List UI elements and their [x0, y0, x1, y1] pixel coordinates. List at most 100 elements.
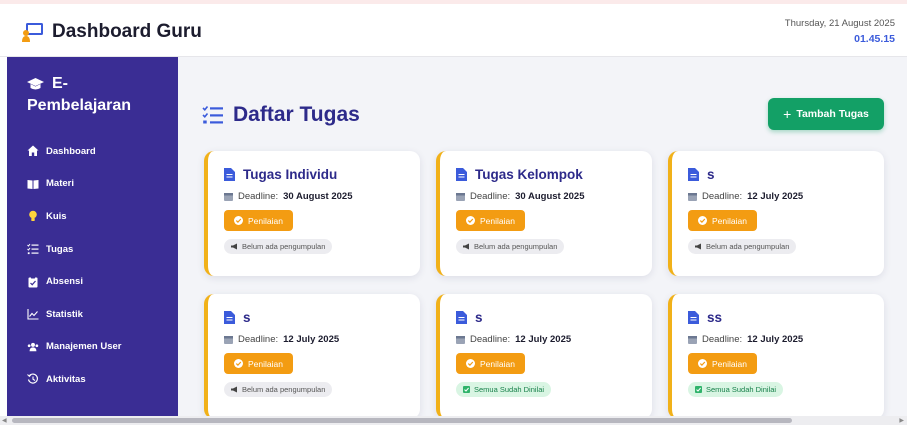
check-circle-icon: [466, 359, 475, 368]
task-card[interactable]: Tugas Individu Deadline: 30 August 2025 …: [204, 151, 420, 276]
calendar-icon: [456, 336, 465, 344]
graduation-cap-icon: [27, 77, 44, 89]
deadline-date: 12 July 2025: [283, 334, 340, 345]
sidebar-item-materi[interactable]: Materi: [27, 168, 122, 201]
users-icon: [27, 342, 39, 352]
check-square-icon: [463, 386, 470, 393]
add-task-button[interactable]: + Tambah Tugas: [768, 98, 884, 130]
sidebar-logo: E- Pembelajaran: [27, 75, 131, 115]
task-deadline: Deadline: 12 July 2025: [688, 191, 884, 202]
status-badge: Belum ada pengumpulan: [456, 239, 565, 254]
home-icon: [27, 145, 39, 157]
task-deadline: Deadline: 12 July 2025: [456, 334, 652, 345]
current-date: Thursday, 21 August 2025: [784, 18, 895, 29]
sidebar-item-aktivitas[interactable]: Aktivitas: [27, 363, 122, 396]
assess-button[interactable]: Penilaian: [456, 353, 525, 374]
sidebar-item-kuis[interactable]: Kuis: [27, 200, 122, 233]
sidebar-item-label: Dashboard: [46, 145, 96, 157]
sidebar-item-label: Statistik: [46, 308, 83, 320]
task-title: s: [243, 310, 251, 325]
datetime-display: Thursday, 21 August 2025 01.45.15: [785, 18, 895, 45]
task-card[interactable]: s Deadline: 12 July 2025 Penilaian Semua…: [436, 294, 652, 419]
task-deadline: Deadline: 30 August 2025: [456, 191, 652, 202]
logo-line-2: Pembelajaran: [27, 97, 132, 114]
scrollbar-thumb[interactable]: [12, 418, 792, 423]
sidebar-item-statistik[interactable]: Statistik: [27, 298, 122, 331]
deadline-date: 12 July 2025: [747, 334, 804, 345]
status-badge: Semua Sudah Dinilai: [688, 382, 784, 397]
task-list-icon: [27, 243, 39, 255]
sidebar-item-tugas[interactable]: Tugas: [27, 233, 122, 266]
document-icon: [688, 311, 699, 324]
sidebar-item-dashboard[interactable]: Dashboard: [27, 135, 122, 168]
scroll-left-icon[interactable]: ◀: [2, 417, 7, 424]
megaphone-icon: [231, 243, 237, 250]
task-title: ss: [707, 310, 723, 325]
history-icon: [27, 373, 38, 385]
sidebar-item-manajemen-user[interactable]: Manajemen User: [27, 331, 122, 364]
calendar-icon: [688, 336, 697, 344]
deadline-date: 12 July 2025: [747, 191, 804, 202]
header-accent-line: [0, 0, 907, 4]
assess-button[interactable]: Penilaian: [224, 353, 293, 374]
teacher-board-icon: [22, 23, 43, 42]
task-title: Tugas Individu: [243, 167, 338, 182]
deadline-date: 12 July 2025: [515, 334, 572, 345]
main-content: Daftar Tugas + Tambah Tugas Tugas Indivi…: [178, 57, 907, 425]
page-title: Daftar Tugas: [233, 103, 360, 126]
sidebar: E- Pembelajaran Dashboard Materi Kuis Tu…: [7, 57, 178, 425]
sidebar-item-label: Kuis: [46, 210, 67, 222]
sidebar-item-label: Aktivitas: [46, 373, 86, 385]
scroll-right-icon[interactable]: ▶: [899, 417, 904, 424]
document-icon: [456, 311, 467, 324]
sidebar-item-label: Absensi: [46, 276, 83, 288]
task-title: s: [707, 167, 715, 182]
horizontal-scrollbar[interactable]: ◀ ▶: [0, 416, 907, 425]
megaphone-icon: [695, 243, 701, 250]
assess-button[interactable]: Penilaian: [688, 210, 757, 231]
assess-button[interactable]: Penilaian: [456, 210, 525, 231]
document-icon: [456, 168, 467, 181]
calendar-icon: [224, 193, 233, 201]
sidebar-item-label: Manajemen User: [46, 341, 122, 353]
calendar-icon: [456, 193, 465, 201]
status-badge: Semua Sudah Dinilai: [456, 382, 552, 397]
task-card[interactable]: s Deadline: 12 July 2025 Penilaian Belum…: [668, 151, 884, 276]
sidebar-nav: Dashboard Materi Kuis Tugas Absensi Stat…: [27, 135, 122, 396]
top-header: Dashboard Guru Thursday, 21 August 2025 …: [0, 0, 907, 57]
plus-icon: +: [783, 106, 792, 122]
add-task-label: Tambah Tugas: [796, 108, 869, 120]
megaphone-icon: [231, 386, 237, 393]
calendar-icon: [688, 193, 697, 201]
task-deadline: Deadline: 30 August 2025: [224, 191, 420, 202]
brand: Dashboard Guru: [22, 21, 202, 43]
check-square-icon: [695, 386, 702, 393]
current-time: 01.45.15: [854, 33, 895, 45]
document-icon: [688, 168, 699, 181]
check-circle-icon: [698, 216, 707, 225]
lightbulb-icon: [29, 211, 37, 222]
check-circle-icon: [234, 359, 243, 368]
document-icon: [224, 311, 235, 324]
app-title: Dashboard Guru: [52, 21, 202, 42]
task-deadline: Deadline: 12 July 2025: [224, 334, 420, 345]
status-badge: Belum ada pengumpulan: [224, 382, 333, 397]
sidebar-item-label: Tugas: [46, 243, 74, 255]
sidebar-item-absensi[interactable]: Absensi: [27, 265, 122, 298]
task-card[interactable]: Tugas Kelompok Deadline: 30 August 2025 …: [436, 151, 652, 276]
deadline-date: 30 August 2025: [515, 191, 585, 202]
task-title: Tugas Kelompok: [475, 167, 583, 182]
clipboard-icon: [28, 276, 38, 288]
megaphone-icon: [463, 243, 469, 250]
task-card[interactable]: ss Deadline: 12 July 2025 Penilaian Semu…: [668, 294, 884, 419]
sidebar-item-label: Materi: [46, 178, 74, 190]
task-list-icon: [202, 105, 223, 124]
task-title: s: [475, 310, 483, 325]
check-circle-icon: [466, 216, 475, 225]
chart-line-icon: [27, 309, 39, 320]
task-card[interactable]: s Deadline: 12 July 2025 Penilaian Belum…: [204, 294, 420, 419]
document-icon: [224, 168, 235, 181]
page-heading: Daftar Tugas: [202, 103, 360, 127]
assess-button[interactable]: Penilaian: [688, 353, 757, 374]
assess-button[interactable]: Penilaian: [224, 210, 293, 231]
